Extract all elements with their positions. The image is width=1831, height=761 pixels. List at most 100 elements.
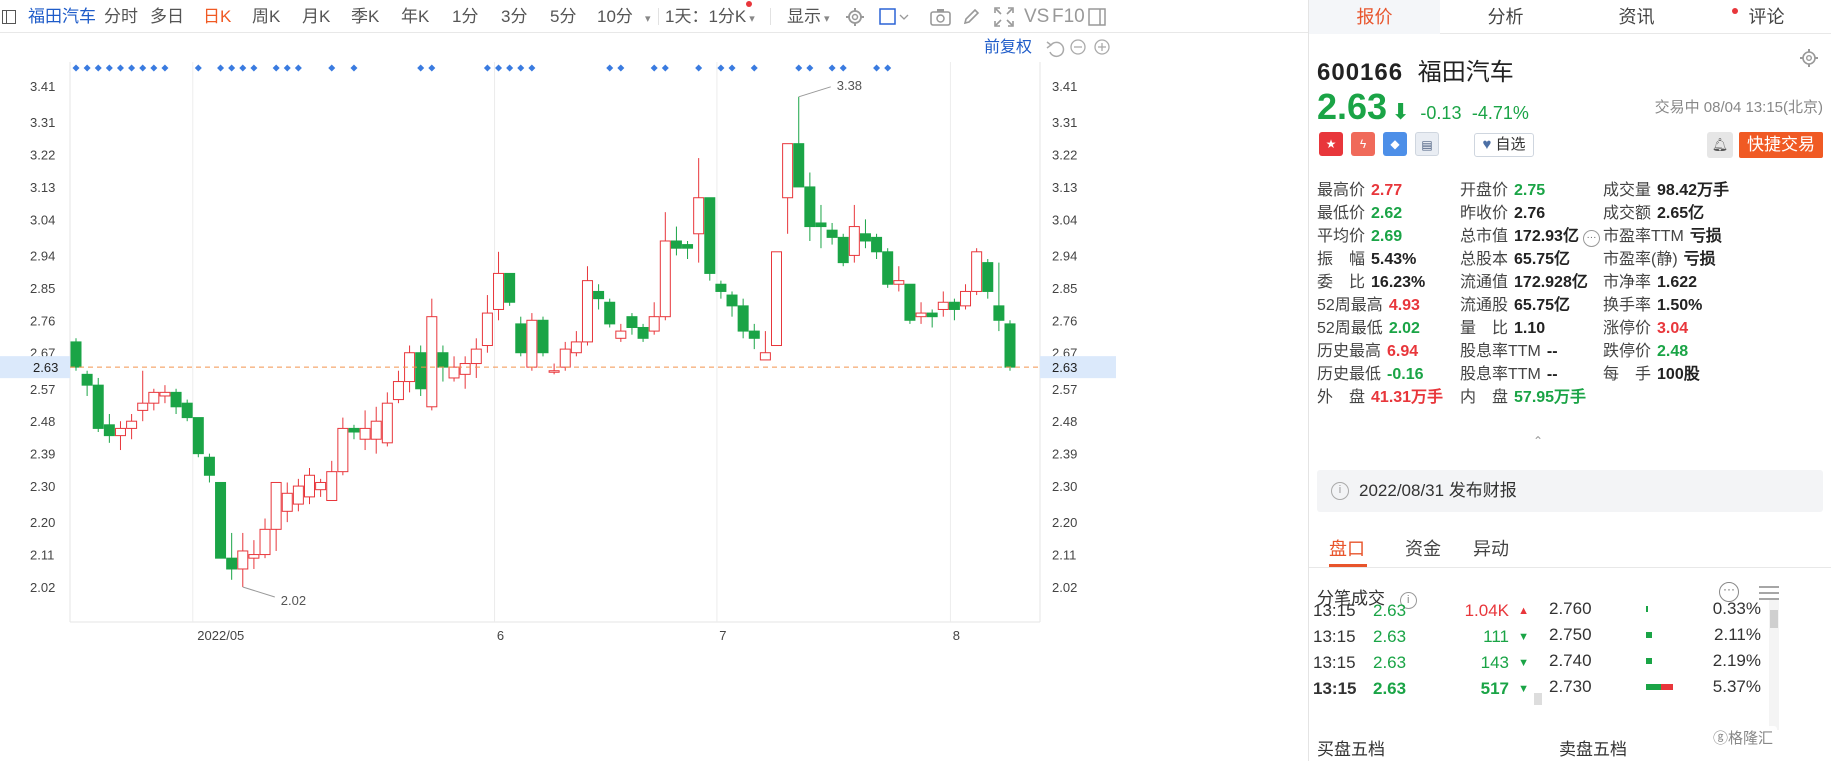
candle[interactable] <box>348 424 360 440</box>
event-marker[interactable] <box>828 64 836 72</box>
candle[interactable] <box>359 410 371 451</box>
kline-chart[interactable]: 3.41 3.41 3.31 3.31 3.22 3.22 3.13 3.13 3.04 3.04… <box>0 34 1308 761</box>
candle[interactable] <box>192 417 204 458</box>
display-menu[interactable]: 显示 ▾ <box>787 0 830 33</box>
candle[interactable] <box>871 233 883 260</box>
event-marker[interactable] <box>650 64 658 72</box>
event-marker[interactable] <box>695 64 703 72</box>
event-marker[interactable] <box>661 64 669 72</box>
zoom-out-icon[interactable] <box>1070 39 1086 55</box>
candle[interactable] <box>804 172 816 241</box>
candle[interactable] <box>470 338 482 378</box>
candle[interactable] <box>270 481 282 551</box>
quick-trade-button[interactable]: 快捷交易 <box>1739 132 1823 158</box>
event-marker[interactable] <box>495 64 503 72</box>
event-marker[interactable] <box>272 64 280 72</box>
candle[interactable] <box>381 392 393 447</box>
event-marker[interactable] <box>83 64 91 72</box>
candle[interactable] <box>337 417 349 476</box>
candle[interactable] <box>504 272 516 306</box>
candle[interactable] <box>882 248 894 288</box>
settings-gear-icon[interactable] <box>1799 48 1819 73</box>
candle[interactable] <box>181 399 193 422</box>
tab-season-k[interactable]: 季K <box>351 0 379 33</box>
event-marker[interactable] <box>528 64 536 72</box>
candle[interactable] <box>481 295 493 353</box>
tab-year-k[interactable]: 年K <box>401 0 429 33</box>
candle[interactable] <box>815 204 827 249</box>
candle[interactable] <box>726 291 738 317</box>
candle[interactable] <box>837 233 849 267</box>
candle[interactable] <box>759 331 771 361</box>
pencil-icon[interactable] <box>962 6 981 27</box>
tag-icon[interactable]: ◆ <box>1383 132 1407 156</box>
candle[interactable] <box>548 363 560 375</box>
f10-button[interactable]: F10 <box>1052 0 1085 33</box>
event-marker[interactable] <box>873 64 881 72</box>
candle[interactable] <box>148 388 160 411</box>
candle[interactable] <box>448 356 460 382</box>
event-marker[interactable] <box>328 64 336 72</box>
tab-quote[interactable]: 报价 <box>1309 0 1440 34</box>
candle[interactable] <box>459 356 471 389</box>
candle[interactable] <box>593 284 605 310</box>
candle[interactable] <box>682 240 694 260</box>
fuquan-button[interactable]: 前复权 <box>984 38 1032 56</box>
distribution-scrollbar[interactable] <box>1769 600 1779 730</box>
candle[interactable] <box>748 323 760 350</box>
candle[interactable] <box>1004 320 1016 371</box>
event-marker[interactable] <box>294 64 302 72</box>
event-marker[interactable] <box>116 64 124 72</box>
candle[interactable] <box>515 316 527 357</box>
candle[interactable] <box>203 453 215 483</box>
tab-day-k[interactable]: 日K <box>203 0 231 33</box>
earnings-notice[interactable]: i 2022/08/31 发布财报 <box>1317 470 1823 512</box>
candle[interactable] <box>404 345 416 393</box>
tab-duori[interactable]: 多日 <box>150 0 184 33</box>
candle[interactable] <box>215 481 227 559</box>
event-marker[interactable] <box>250 64 258 72</box>
candle[interactable] <box>737 298 749 339</box>
candle[interactable] <box>960 284 972 310</box>
candle[interactable] <box>926 309 938 328</box>
candle[interactable] <box>971 248 983 296</box>
candle[interactable] <box>893 266 905 292</box>
event-marker[interactable] <box>483 64 491 72</box>
tab-analysis[interactable]: 分析 <box>1440 0 1571 34</box>
candle[interactable] <box>537 316 549 357</box>
candle[interactable] <box>904 283 916 324</box>
candle[interactable] <box>292 478 304 512</box>
event-marker[interactable] <box>617 64 625 72</box>
tab-news[interactable]: 资讯 <box>1571 0 1702 34</box>
vs-button[interactable]: VS <box>1024 0 1049 33</box>
candle[interactable] <box>370 406 382 454</box>
candle[interactable] <box>92 377 104 433</box>
panel-toggle-icon[interactable] <box>1088 6 1106 27</box>
candle[interactable] <box>237 532 249 587</box>
sidebar-toggle-icon[interactable] <box>2 0 16 33</box>
tab-3min[interactable]: 3分 <box>501 0 527 33</box>
tab-order-book[interactable]: 盘口 <box>1329 530 1365 568</box>
candle[interactable] <box>771 251 782 347</box>
candle[interactable] <box>637 323 649 342</box>
candle[interactable] <box>426 298 438 411</box>
more-options-icon[interactable]: ··· <box>1582 230 1600 247</box>
candle[interactable] <box>615 323 627 342</box>
zoom-in-icon[interactable] <box>1094 39 1110 55</box>
candle[interactable] <box>326 460 338 501</box>
add-watchlist-button[interactable]: ♥ 自选 <box>1474 133 1534 157</box>
event-marker[interactable] <box>128 64 136 72</box>
candle[interactable] <box>604 298 616 328</box>
event-marker[interactable] <box>161 64 169 72</box>
fullscreen-icon[interactable] <box>994 6 1014 27</box>
tab-10min[interactable]: 10分 <box>597 0 633 33</box>
event-marker[interactable] <box>606 64 614 72</box>
tab-abnormal[interactable]: 异动 <box>1473 530 1509 568</box>
candle[interactable] <box>848 204 860 263</box>
candle[interactable] <box>626 313 638 335</box>
candle[interactable] <box>304 468 315 505</box>
event-marker[interactable] <box>139 64 147 72</box>
stock-name-tab[interactable]: 福田汽车 <box>28 0 96 33</box>
candle[interactable] <box>570 331 582 357</box>
event-marker[interactable] <box>194 64 202 72</box>
